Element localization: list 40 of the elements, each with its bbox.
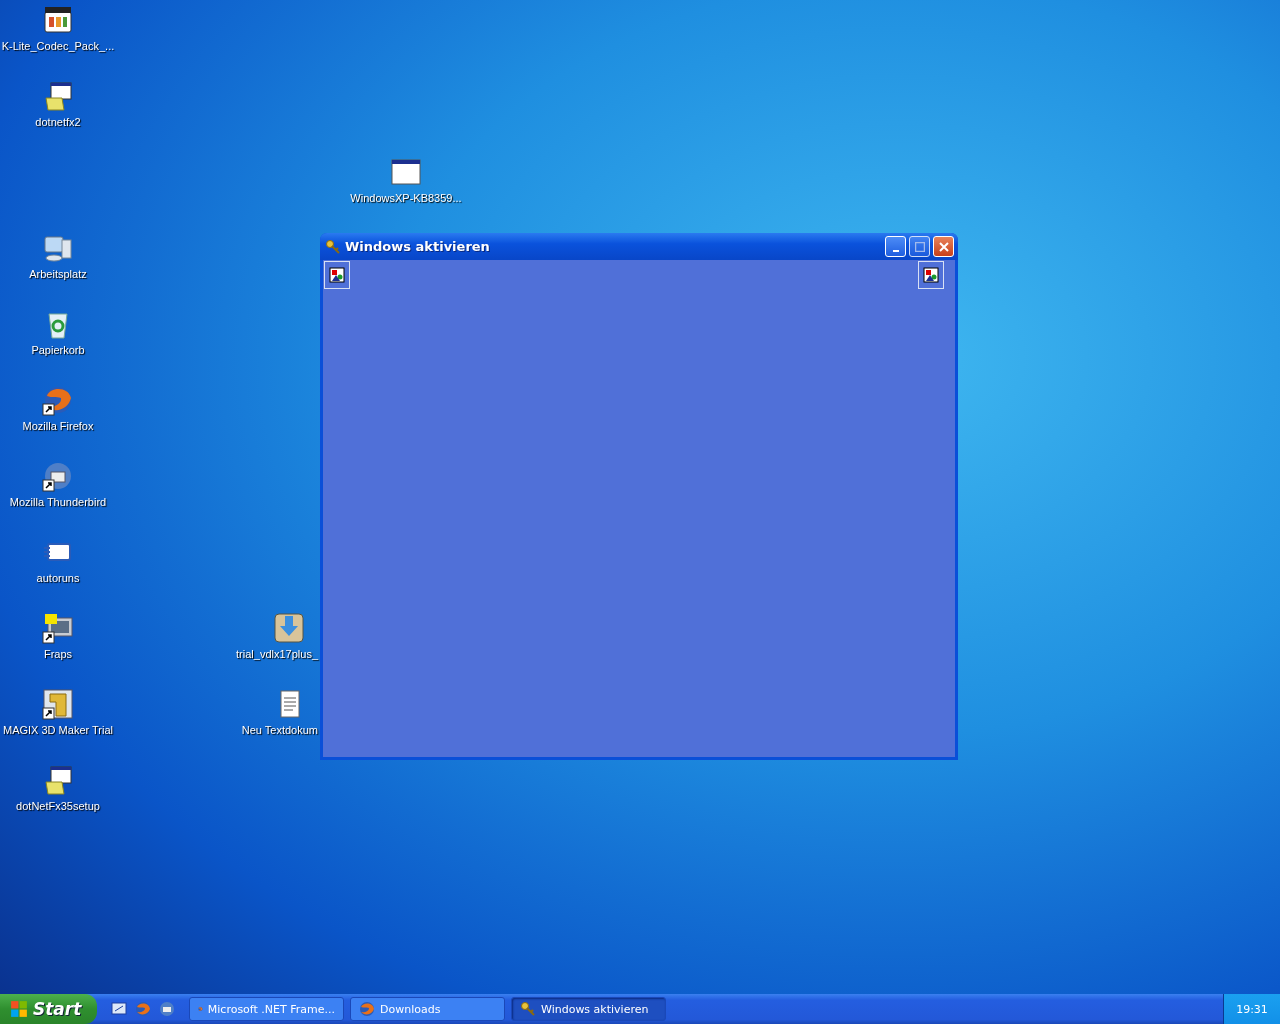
- minimize-icon: [892, 250, 899, 252]
- taskbar-button[interactable]: Downloads: [350, 997, 505, 1021]
- maximize-icon: [914, 241, 925, 252]
- window-icon[interactable]: [390, 156, 422, 188]
- windows-flag-icon: [10, 1000, 28, 1018]
- icon-label[interactable]: WindowsXP-KB8359...: [350, 192, 462, 204]
- download-icon[interactable]: [273, 612, 305, 644]
- close-button[interactable]: [933, 236, 954, 257]
- blocks-icon[interactable]: [42, 688, 74, 720]
- icon-label[interactable]: Papierkorb: [31, 344, 85, 356]
- icon-label[interactable]: trial_vdlx17plus_: [236, 648, 318, 660]
- close-icon: [938, 241, 949, 252]
- icon-label[interactable]: Fraps: [43, 648, 73, 660]
- icon-label[interactable]: autoruns: [36, 572, 80, 584]
- start-button[interactable]: Start: [0, 994, 97, 1024]
- icon-label[interactable]: Neu Textdokum: [241, 724, 318, 736]
- minimize-button[interactable]: [885, 236, 906, 257]
- installer-icon[interactable]: [42, 764, 74, 796]
- image-icon: [923, 267, 939, 283]
- taskbar-button[interactable]: Microsoft .NET Frame...: [189, 997, 344, 1021]
- taskbar-button[interactable]: Windows aktivieren: [511, 997, 666, 1021]
- window-title: Windows aktivieren: [345, 239, 491, 254]
- clock: 19:31: [1236, 1002, 1268, 1016]
- keys-icon: [520, 1001, 536, 1017]
- icon-label[interactable]: K-Lite_Codec_Pack_...: [1, 40, 115, 52]
- icon-label[interactable]: Mozilla Firefox: [22, 420, 94, 432]
- image-icon: [329, 267, 345, 283]
- icon-label[interactable]: dotNetFx35setup: [16, 800, 100, 812]
- mail-icon[interactable]: [42, 460, 74, 492]
- maximize-button[interactable]: [909, 236, 930, 257]
- icon-label[interactable]: Arbeitsplatz: [29, 268, 87, 280]
- installer-icon[interactable]: [42, 80, 74, 112]
- clapper-icon[interactable]: [42, 4, 74, 36]
- mail-icon[interactable]: [159, 1001, 175, 1017]
- icon-label[interactable]: dotnetfx2: [35, 116, 81, 128]
- monitor-icon[interactable]: [42, 612, 74, 644]
- icon-label[interactable]: Mozilla Thunderbird: [9, 496, 107, 508]
- desktop-icon[interactable]: [111, 1001, 127, 1017]
- keys-icon: [325, 238, 341, 255]
- icon-label[interactable]: MAGIX 3D Maker Trial: [3, 724, 113, 736]
